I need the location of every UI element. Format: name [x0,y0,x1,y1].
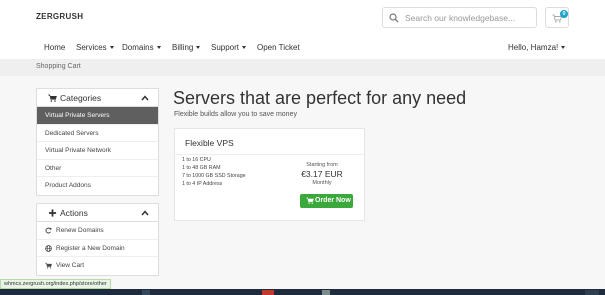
search-input[interactable] [405,10,533,25]
nav-billing[interactable]: Billing [172,43,201,52]
action-label: Renew Domains [56,227,104,234]
breadcrumb: Shopping Cart [0,59,605,76]
cart-icon [48,94,57,102]
knowledgebase-search[interactable] [382,7,537,28]
category-virtual-private-servers[interactable]: Virtual Private Servers [37,107,158,125]
brand-logo[interactable]: ZERGRUSH [36,12,83,21]
billing-period: Monthly [312,180,332,186]
categories-title: Categories [60,93,102,103]
divider [175,154,364,155]
product-feature: 1 to 4 IP Address [182,181,223,187]
cart-button[interactable]: 0 [545,7,569,28]
cart-icon [306,197,314,204]
nav-services-label: Services [76,43,107,52]
nav-services[interactable]: Services [76,43,114,52]
nav-domains[interactable]: Domains [122,43,161,52]
price-box: Starting from €3.17 EUR Monthly [292,162,352,186]
product-card: Flexible VPS 1 to 16 CPU 1 to 48 GB RAM … [174,128,365,221]
nav-support-label: Support [211,43,240,52]
chevron-up-icon[interactable] [141,210,149,216]
order-now-label: Order Now [315,197,351,204]
os-taskbar [0,289,605,295]
action-register-domain[interactable]: Register a New Domain [37,240,158,257]
action-renew-domains[interactable]: Renew Domains [37,222,158,240]
category-virtual-private-network[interactable]: Virtual Private Network [37,142,158,160]
taskbar-app-icon[interactable] [142,290,150,295]
product-feature: 7 to 1000 GB SSD Storage [182,173,246,179]
category-other[interactable]: Other [37,160,158,177]
category-label: Virtual Private Network [45,147,111,154]
cart-count-badge: 0 [560,10,568,18]
chevron-down-icon [196,46,201,50]
chevron-up-icon[interactable] [141,95,149,101]
action-label: View Cart [56,262,85,269]
category-label: Virtual Private Servers [45,112,110,119]
action-label: Register a New Domain [56,244,125,252]
actions-header[interactable]: Actions [37,204,158,222]
category-label: Other [45,164,62,172]
refresh-icon [45,227,52,234]
action-view-cart[interactable]: View Cart [37,257,158,275]
product-name: Flexible VPS [185,138,234,148]
link-status-url: whmcs.zergrush.org/index.php/store/other [0,279,111,289]
category-label: Product Addons [45,182,91,189]
plus-icon [48,209,57,217]
nav-open-ticket-label: Open Ticket [257,43,300,52]
taskbar-app-icon[interactable] [322,290,330,295]
chevron-down-icon [561,46,566,50]
nav-support[interactable]: Support [211,43,247,52]
main-nav: Home Services Domains Billing Support Op… [0,37,605,59]
categories-panel: Categories Virtual Private Servers Dedic… [36,88,159,196]
actions-panel: Actions Renew Domains Register a New Dom… [36,203,159,276]
product-feature: 1 to 16 CPU [182,157,211,163]
nav-user-menu[interactable]: Hello, Hamza! [508,43,566,52]
category-label: Dedicated Servers [45,129,99,137]
order-now-button[interactable]: Order Now [300,194,353,208]
categories-header[interactable]: Categories [37,89,158,107]
actions-title: Actions [60,208,88,218]
product-price: €3.17 EUR [301,169,343,179]
starting-from-label: Starting from [306,162,338,168]
product-feature: 1 to 48 GB RAM [182,165,221,171]
nav-open-ticket[interactable]: Open Ticket [257,43,300,52]
chevron-down-icon [109,46,114,50]
category-dedicated-servers[interactable]: Dedicated Servers [37,125,158,142]
chevron-down-icon [242,46,247,50]
taskbar-clock [585,290,599,295]
chevron-down-icon [156,46,161,50]
nav-user-label: Hello, Hamza! [508,43,559,52]
page-subtitle: Flexible builds allow you to save money [174,111,297,118]
cart-icon [45,262,52,269]
category-product-addons[interactable]: Product Addons [37,177,158,195]
nav-home[interactable]: Home [44,43,65,52]
nav-home-label: Home [44,43,66,52]
breadcrumb-current: Shopping Cart [36,63,81,70]
search-icon [389,13,399,23]
page-title: Servers that are perfect for any need [173,88,467,108]
globe-icon [45,244,52,252]
nav-billing-label: Billing [172,43,194,52]
nav-domains-label: Domains [122,43,154,52]
top-header: ZERGRUSH 0 [0,0,605,37]
taskbar-app-icon[interactable] [262,290,274,295]
